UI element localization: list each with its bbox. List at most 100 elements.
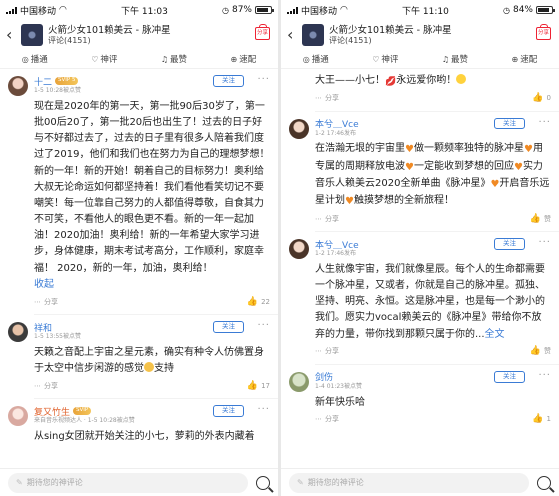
share-action[interactable]: ⋯ 分享 (315, 346, 339, 356)
comment-tabs: ◎ 播通 ♡ 神评 ♫ 最赞 ⊕ 速配 (281, 50, 559, 69)
song-header: ‹ 火箭少女101赖美云 - 脉冲星 评论(4151) 分享 (0, 20, 278, 50)
input-placeholder: 期待您的神评论 (307, 478, 364, 487)
comment-text: 新年快乐哈 (315, 396, 365, 408)
like-button[interactable]: 👍 17 (247, 381, 270, 391)
carrier-label: 中国移动 (20, 6, 57, 17)
read-more-link[interactable]: 全文 (485, 329, 505, 340)
comment-item: 十二 SVIP 5 1-5 10:28被点赞 关注 ··· 现在是2020年的第… (0, 69, 278, 314)
share-action[interactable]: ⋯ 分享 (34, 297, 58, 307)
tab-label: 速配 (239, 55, 257, 65)
search-icon[interactable] (537, 475, 551, 490)
pencil-icon: ✎ (297, 478, 304, 487)
tab-bubble[interactable]: ◎ 播通 (303, 53, 329, 66)
avatar[interactable] (289, 371, 309, 392)
more-icon[interactable]: ··· (257, 74, 270, 85)
avatar[interactable] (8, 322, 28, 343)
share-action[interactable]: ⋯ 分享 (315, 214, 339, 224)
tab-match[interactable]: ⊕ 速配 (231, 53, 257, 66)
like-button[interactable]: 👍 1 (532, 414, 551, 424)
avatar[interactable] (8, 406, 28, 427)
text-part: 做一颗频率独特的脉冲星 (413, 143, 524, 155)
share-icon[interactable]: 分享 (255, 24, 270, 40)
comment-meta: 1-5 10:28被点赞 (34, 87, 81, 94)
comment-text: 从sing女团就开始关注的小七，萝莉的外表内藏着 (34, 431, 255, 443)
tab-match[interactable]: ⊕ 速配 (512, 53, 538, 66)
battery-icon (536, 6, 555, 14)
username[interactable]: 复又竹生 (34, 405, 70, 418)
like-button[interactable]: 👍 赞 (530, 346, 551, 356)
follow-button[interactable]: 关注 (213, 75, 244, 87)
back-arrow-icon[interactable]: ‹ (287, 27, 297, 43)
like-button[interactable]: 👍 赞 (530, 214, 551, 224)
share-small-icon: ⋯ (315, 415, 322, 424)
comment-item-partial: 大王——小七！💋永远爱你哟！ ⋯ 分享 👍 0 (281, 69, 559, 111)
vip-badge: SVIP (73, 407, 92, 415)
like-button[interactable]: 👍 22 (247, 297, 270, 307)
tab-top[interactable]: ♫ 最赞 (161, 53, 187, 66)
back-arrow-icon[interactable]: ‹ (6, 27, 16, 43)
tab-hot[interactable]: ♡ 神评 (91, 53, 117, 66)
right-screen: 中国移动 ◠ 下午 11:10 ◷ 84% ‹ 火箭少女101赖美云 - 脉冲星… (281, 0, 559, 496)
status-bar: 中国移动 ◠ 下午 11:03 ◷ 87% (0, 0, 278, 20)
avatar[interactable] (8, 76, 28, 96)
follow-button[interactable]: 关注 (213, 321, 244, 333)
more-icon[interactable]: ··· (538, 117, 551, 128)
wifi-icon: ◠ (340, 5, 348, 15)
more-icon[interactable]: ··· (257, 404, 270, 415)
tab-top[interactable]: ♫ 最赞 (441, 53, 469, 66)
share-label: 分享 (44, 381, 58, 390)
username[interactable]: 剑伤 (315, 370, 333, 383)
album-cover[interactable] (21, 24, 43, 46)
collapse-link[interactable]: 收起 (34, 277, 270, 293)
text-part: 一定能收到梦想的回应 (413, 160, 514, 172)
status-time: 下午 11:10 (402, 6, 449, 17)
comment-text-body: 人生就像宇宙，我们就像星辰。每个人的生命都需要一个脉冲星，又或者，你就是自己的脉… (315, 263, 545, 340)
share-small-icon: ⋯ (315, 94, 322, 103)
username[interactable]: 本兮＿Vce (315, 238, 359, 251)
share-label: 分享 (325, 347, 339, 356)
comment-input[interactable]: ✎ 期待您的神评论 (8, 472, 248, 493)
battery-percent: 87% (231, 5, 252, 15)
more-icon[interactable]: ··· (257, 320, 270, 331)
username[interactable]: 十二 (34, 75, 52, 88)
battery-icon (255, 6, 274, 14)
alarm-icon: ◷ (503, 5, 510, 15)
battery-percent: 84% (512, 5, 533, 15)
comment-input[interactable]: ✎ 期待您的神评论 (289, 472, 529, 493)
tab-label: 播通 (311, 55, 329, 65)
follow-button[interactable]: 关注 (213, 405, 244, 418)
album-cover[interactable] (302, 24, 324, 46)
avatar[interactable] (289, 118, 309, 139)
follow-button[interactable]: 关注 (494, 238, 525, 250)
tab-bubble[interactable]: ◎ 播通 (22, 53, 48, 66)
tab-label: 最赞 (451, 55, 469, 65)
more-icon[interactable]: ··· (538, 237, 551, 248)
tab-label: 播通 (30, 55, 48, 65)
share-action[interactable]: ⋯ 分享 (315, 93, 339, 103)
comment-input-bar: ✎ 期待您的神评论 (0, 468, 278, 496)
follow-button[interactable]: 关注 (494, 117, 525, 130)
username[interactable]: 本兮＿Vce (315, 117, 359, 130)
like-button[interactable]: 👍 0 (532, 93, 551, 103)
username[interactable]: 祥和 (34, 321, 52, 334)
song-header: ‹ 火箭少女101赖美云 - 脉冲星 评论(4151) 分享 (281, 20, 559, 50)
share-icon[interactable]: 分享 (536, 24, 551, 40)
heart-icon: ♡ (91, 54, 99, 64)
share-action[interactable]: ⋯ 分享 (315, 414, 339, 424)
share-label: 分享 (325, 94, 339, 103)
more-icon[interactable]: ··· (538, 370, 551, 381)
comment-text: 在浩瀚无垠的宇宙里♥做一颗频率独特的脉冲星♥用专属的周期释放电波♥一定能收到梦想… (315, 141, 551, 210)
search-icon[interactable] (256, 475, 270, 490)
follow-button[interactable]: 关注 (494, 370, 525, 383)
comment-meta: 1-4 01:23被点赞 (315, 382, 362, 390)
text-part: 在浩瀚无垠的宇宙里 (315, 143, 405, 155)
share-action[interactable]: ⋯ 分享 (34, 381, 58, 391)
tab-hot[interactable]: ♡ 神评 (372, 53, 398, 66)
alarm-icon: ◷ (222, 5, 229, 15)
like-count: 17 (261, 381, 270, 390)
like-count: 赞 (544, 347, 551, 356)
avatar[interactable] (289, 239, 309, 260)
song-title: 火箭少女101赖美云 - 脉冲星 (48, 24, 171, 36)
thumbs-up-icon: 👍 (246, 380, 259, 391)
music-icon: ♫ (441, 54, 450, 64)
